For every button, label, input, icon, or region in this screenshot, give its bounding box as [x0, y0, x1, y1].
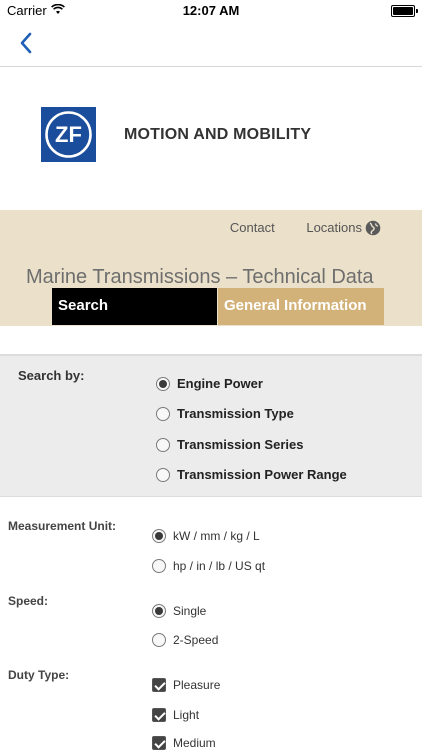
- option-single-speed[interactable]: Single: [152, 604, 206, 618]
- tab-search[interactable]: Search: [52, 288, 217, 325]
- brand-header: ZF MOTION AND MOBILITY: [0, 67, 422, 210]
- battery-icon: [391, 5, 418, 17]
- option-transmission-power-range[interactable]: Transmission Power Range: [156, 467, 347, 482]
- zf-logo-mark: ZF: [45, 111, 92, 158]
- search-by-label: Search by:: [18, 368, 85, 383]
- radio-icon[interactable]: [156, 437, 170, 452]
- zf-logo: ZF: [41, 107, 96, 162]
- back-chevron-icon[interactable]: [14, 28, 42, 58]
- brand-title: MOTION AND MOBILITY: [124, 126, 312, 143]
- option-label: Transmission Type: [177, 406, 294, 421]
- radio-icon[interactable]: [152, 559, 166, 573]
- checkbox-checked-icon[interactable]: [152, 708, 166, 722]
- clock: 12:07 AM: [182, 3, 240, 18]
- option-medium[interactable]: Medium: [152, 736, 216, 750]
- option-pleasure[interactable]: Pleasure: [152, 678, 220, 692]
- option-label: kW / mm / kg / L: [173, 529, 260, 543]
- header-links: Contact Locations: [202, 220, 362, 235]
- radio-selected-icon[interactable]: [156, 376, 170, 391]
- svg-text:ZF: ZF: [55, 122, 82, 147]
- navigation-bar: [0, 22, 422, 67]
- option-label: Medium: [173, 736, 216, 750]
- radio-icon[interactable]: [156, 406, 170, 421]
- option-2-speed[interactable]: 2-Speed: [152, 633, 218, 647]
- option-label: hp / in / lb / US qt: [173, 559, 266, 573]
- option-engine-power[interactable]: Engine Power: [156, 376, 263, 391]
- radio-icon[interactable]: [152, 633, 166, 647]
- option-metric-units[interactable]: kW / mm / kg / L: [152, 529, 260, 543]
- title-band: Contact Locations Marine Transmissions –…: [0, 210, 422, 326]
- checkbox-checked-icon[interactable]: [152, 678, 166, 692]
- contact-link[interactable]: Contact: [230, 220, 275, 235]
- option-label: Transmission Power Range: [177, 467, 347, 482]
- option-label: Pleasure: [173, 678, 221, 692]
- page-title: Marine Transmissions – Technical Data: [26, 266, 374, 288]
- status-bar: Carrier 12:07 AM: [0, 0, 422, 22]
- filter-options: Measurement Unit: kW / mm / kg / L hp / …: [0, 498, 422, 750]
- tab-general-information[interactable]: General Information: [218, 288, 384, 325]
- option-label: Light: [173, 708, 200, 722]
- option-transmission-series[interactable]: Transmission Series: [156, 437, 303, 452]
- option-label: 2-Speed: [173, 633, 219, 647]
- option-label: Transmission Series: [177, 437, 304, 452]
- option-label: Engine Power: [177, 376, 263, 391]
- radio-selected-icon[interactable]: [152, 529, 166, 543]
- option-imperial-units[interactable]: hp / in / lb / US qt: [152, 559, 265, 573]
- globe-icon[interactable]: [365, 220, 381, 236]
- measurement-unit-label: Measurement Unit:: [8, 519, 117, 533]
- locations-link[interactable]: Locations: [306, 220, 362, 235]
- radio-selected-icon[interactable]: [152, 604, 166, 618]
- radio-icon[interactable]: [156, 467, 170, 482]
- checkbox-checked-icon[interactable]: [152, 736, 166, 750]
- search-by-section: Search by: Engine Power Transmission Typ…: [0, 354, 422, 497]
- speed-label: Speed:: [8, 594, 49, 608]
- option-light[interactable]: Light: [152, 708, 199, 722]
- option-label: Single: [173, 604, 207, 618]
- duty-type-label: Duty Type:: [8, 668, 70, 682]
- option-transmission-type[interactable]: Transmission Type: [156, 406, 294, 421]
